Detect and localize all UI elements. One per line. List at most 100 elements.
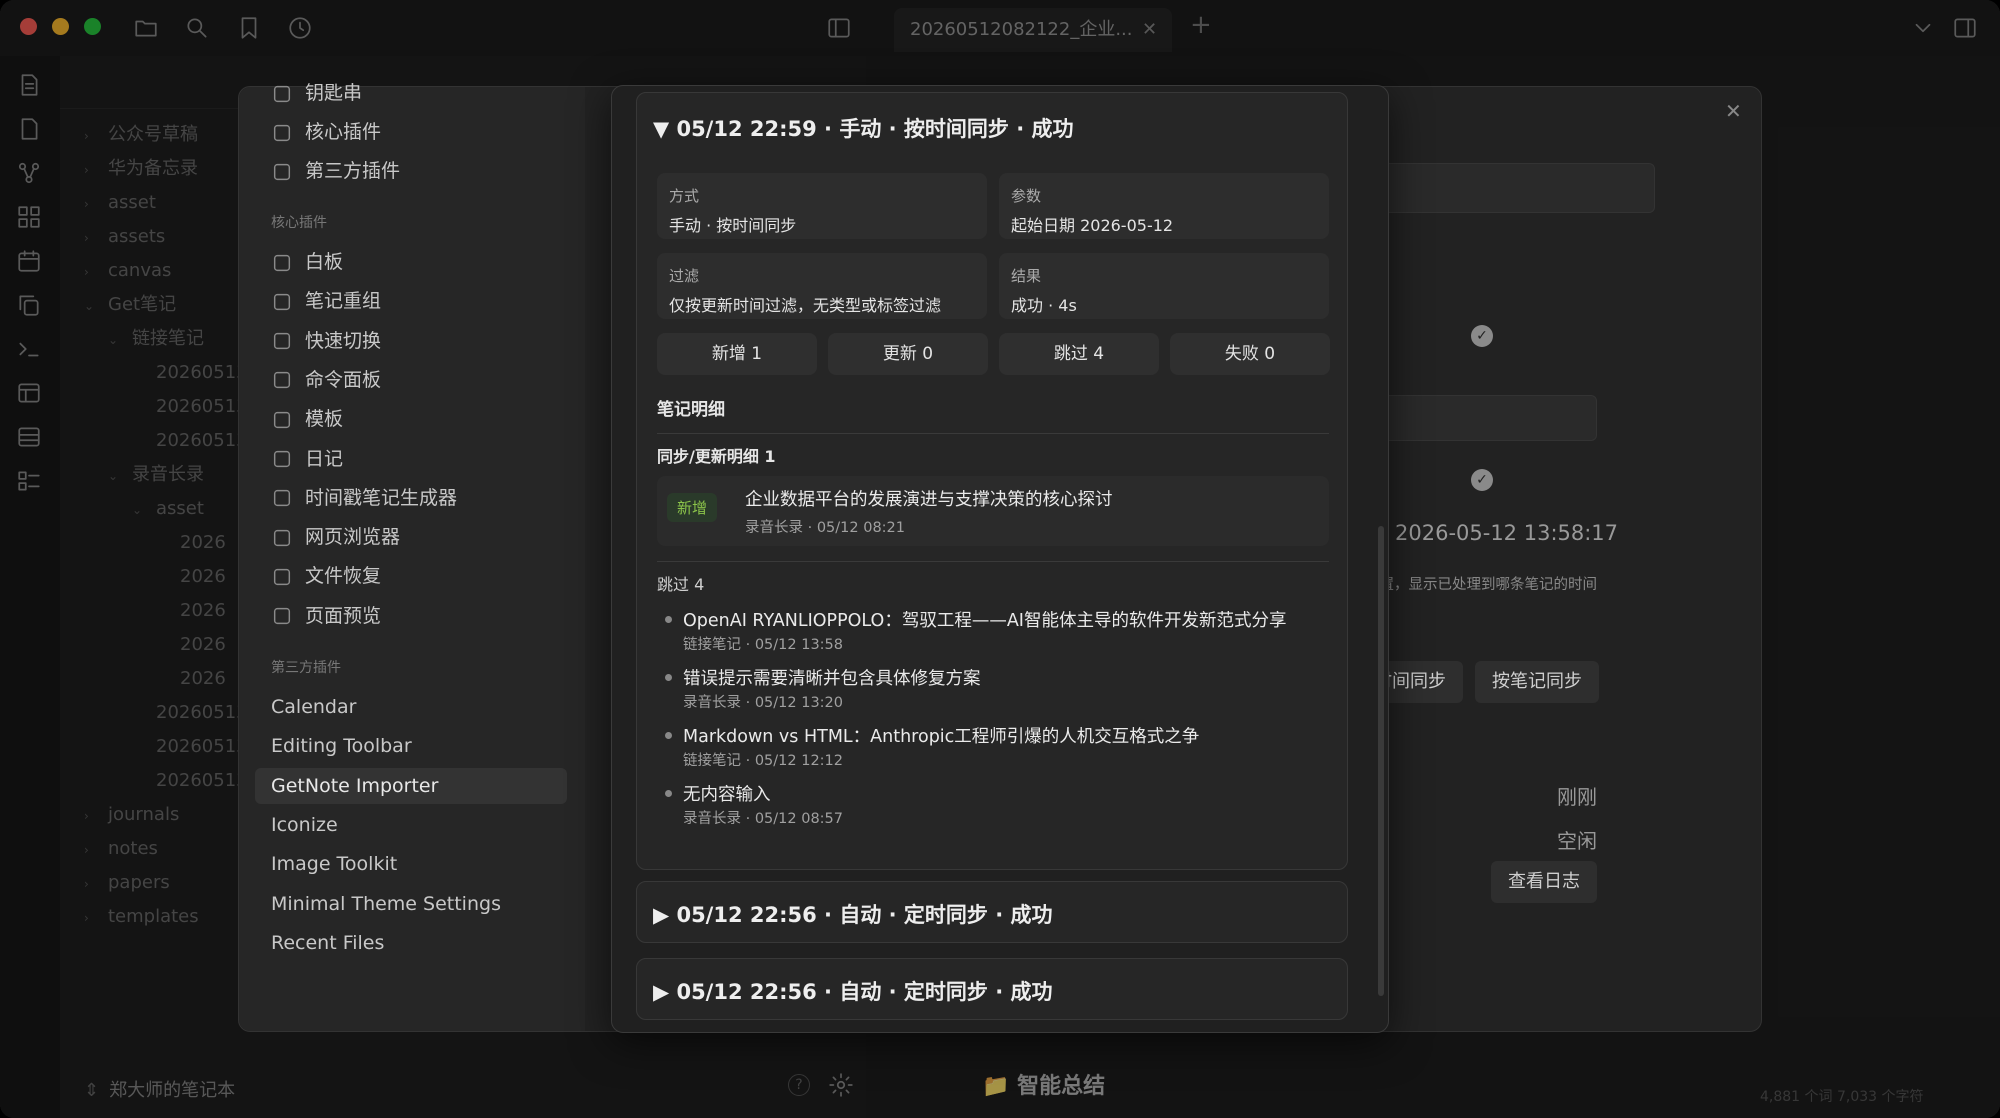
check-icon[interactable]: ✓ [1471, 469, 1493, 491]
dialog-scrollbar[interactable] [1378, 526, 1384, 996]
side-item-label: Recent Files [271, 931, 385, 954]
note-meta: 录音长录 · 05/12 08:21 [745, 520, 906, 536]
plugin-icon [271, 122, 293, 144]
log-entry-collapsed[interactable]: ▶ 05/12 22:56 · 自动 · 定时同步 · 成功 [636, 958, 1348, 1020]
log-entry-header: ▶ 05/12 22:56 · 自动 · 定时同步 · 成功 [653, 980, 1053, 1004]
side-item-label: Image Toolkit [271, 853, 398, 876]
divider [657, 433, 1329, 434]
settings-nav-item[interactable]: 第三方插件 [255, 153, 567, 189]
view-log-button[interactable]: 查看日志 [1491, 861, 1597, 903]
plugin-icon [271, 291, 293, 313]
side-item-label: 笔记重组 [305, 290, 382, 313]
card-value: 仅按更新时间过滤，无类型或标签过滤 [669, 296, 942, 315]
community-plugin-item[interactable]: GetNote Importer [255, 767, 567, 804]
bullet [665, 674, 672, 681]
stat-updated: 更新 0 [828, 333, 988, 375]
start-timestamp: 2026-05-12 13:58:17 [1395, 521, 1619, 545]
sync-detail-title: 同步/更新明细 1 [657, 447, 776, 466]
section-heading-core: 核心插件 [271, 215, 327, 231]
log-entry-collapsed[interactable]: ▶ 05/12 22:56 · 自动 · 定时同步 · 成功 [636, 881, 1348, 943]
plugin-icon [271, 487, 293, 509]
side-item-label: 钥匙串 [305, 82, 363, 104]
stat-skipped: 跳过 4 [999, 333, 1159, 375]
side-item-label: 白板 [305, 251, 344, 273]
plugin-icon [271, 369, 293, 391]
sync-log-dialog: ▼ 05/12 22:59 · 手动 · 按时间同步 · 成功 方式 手动 · … [611, 85, 1389, 1033]
side-item-label: 命令面板 [305, 368, 382, 391]
bullet [665, 616, 672, 623]
side-item-label: 网页浏览器 [305, 526, 401, 549]
side-item-label: 快速切换 [305, 329, 382, 352]
note-title: Markdown vs HTML：Anthropic工程师引爆的人机交互格式之争 [683, 727, 1200, 747]
stat-failed: 失败 0 [1170, 333, 1330, 375]
card-key: 方式 [669, 187, 700, 205]
core-plugin-item[interactable]: 网页浏览器 [255, 519, 567, 555]
community-plugin-item[interactable]: Minimal Theme Settings [255, 886, 567, 922]
side-item-label: 页面预览 [305, 604, 382, 627]
info-card-filter: 过滤 仅按更新时间过滤，无类型或标签过滤 [657, 253, 987, 319]
note-title: 无内容输入 [683, 785, 771, 805]
core-plugin-item[interactable]: 模板 [255, 401, 567, 437]
plugin-icon [271, 330, 293, 352]
side-item-label: 日记 [305, 447, 344, 470]
note-meta: 链接笔记 · 05/12 12:12 [683, 753, 844, 769]
core-plugin-item[interactable]: 文件恢复 [255, 558, 567, 594]
community-plugin-item[interactable]: Image Toolkit [255, 846, 567, 882]
side-item-label: 核心插件 [305, 121, 382, 143]
core-plugin-item[interactable]: 日记 [255, 441, 567, 477]
core-plugin-item[interactable]: 页面预览 [255, 598, 567, 634]
divider [657, 561, 1329, 562]
plugin-icon [271, 252, 293, 274]
settings-nav-item[interactable]: 钥匙串 [255, 75, 567, 111]
settings-nav-item[interactable]: 核心插件 [255, 114, 567, 150]
plugin-icon [271, 83, 293, 105]
community-plugin-item[interactable]: Recent Files [255, 925, 567, 961]
note-meta: 链接笔记 · 05/12 13:58 [683, 637, 844, 653]
community-plugin-item[interactable]: Calendar [255, 689, 567, 725]
core-plugin-item[interactable]: 时间戳笔记生成器 [255, 480, 567, 516]
core-plugin-item[interactable]: 笔记重组 [255, 283, 567, 319]
side-item-label: GetNote Importer [271, 774, 439, 797]
plugin-icon [271, 527, 293, 549]
side-item-label: Calendar [271, 696, 357, 718]
community-plugin-item[interactable]: Iconize [255, 807, 567, 843]
settings-sidebar: 钥匙串 核心插件 第三方插件 核心插件 白板 笔记重组 快速切换 命令面板 模板 日记 时间戳笔记生… [239, 82, 585, 1031]
core-plugin-item[interactable]: 白板 [255, 244, 567, 280]
plugin-icon [271, 566, 293, 588]
plugin-icon [271, 605, 293, 627]
bullet [665, 790, 672, 797]
note-meta: 录音长录 · 05/12 13:20 [683, 695, 844, 711]
side-item-label: 文件恢复 [305, 565, 382, 588]
new-note-item[interactable]: 新增 企业数据平台的发展演进与支撑决策的核心探讨 录音长录 · 05/12 08… [657, 476, 1329, 546]
side-item-label: 第三方插件 [305, 160, 401, 182]
core-plugin-item[interactable]: 快速切换 [255, 323, 567, 359]
sync-by-note-button[interactable]: 按笔记同步 [1475, 661, 1599, 703]
plugin-icon [271, 161, 293, 183]
info-card-params: 参数 起始日期 2026-05-12 [999, 173, 1329, 239]
community-plugin-item[interactable]: Editing Toolbar [255, 728, 567, 764]
side-item-label: 时间戳笔记生成器 [305, 486, 458, 509]
card-value: 起始日期 2026-05-12 [1011, 216, 1174, 235]
card-key: 结果 [1011, 267, 1042, 285]
skipped-title: 跳过 4 [657, 575, 705, 594]
info-card-result: 结果 成功 · 4s [999, 253, 1329, 319]
log-entry-header[interactable]: ▼ 05/12 22:59 · 手动 · 按时间同步 · 成功 [653, 113, 1074, 143]
note-title: 错误提示需要清晰并包含具体修复方案 [683, 669, 981, 689]
app-window: 20260512082122_企业... ✕ + › 公众号草稿 › 华为备忘录 › as… [0, 0, 2000, 1118]
section-heading-third-party: 第三方插件 [271, 660, 341, 676]
card-value: 成功 · 4s [1011, 296, 1077, 315]
notes-detail-title: 笔记明细 [657, 400, 725, 420]
log-entry-header: ▶ 05/12 22:56 · 自动 · 定时同步 · 成功 [653, 903, 1053, 927]
plugin-icon [271, 448, 293, 470]
note-title: OpenAI RYANLIOPPOLO：驾驭工程——AI智能体主导的软件开发新范… [683, 611, 1287, 631]
check-icon[interactable]: ✓ [1471, 325, 1493, 347]
status-badge: 新增 [667, 493, 718, 522]
side-item-label: Editing Toolbar [271, 735, 412, 758]
stat-added: 新增 1 [657, 333, 817, 375]
note-meta: 录音长录 · 05/12 08:57 [683, 811, 844, 827]
info-card-method: 方式 手动 · 按时间同步 [657, 173, 987, 239]
note-title: 企业数据平台的发展演进与支撑决策的核心探讨 [745, 490, 1113, 510]
core-plugin-item[interactable]: 命令面板 [255, 362, 567, 398]
log-entry-expanded: ▼ 05/12 22:59 · 手动 · 按时间同步 · 成功 方式 手动 · … [636, 92, 1348, 870]
card-key: 参数 [1011, 187, 1042, 205]
